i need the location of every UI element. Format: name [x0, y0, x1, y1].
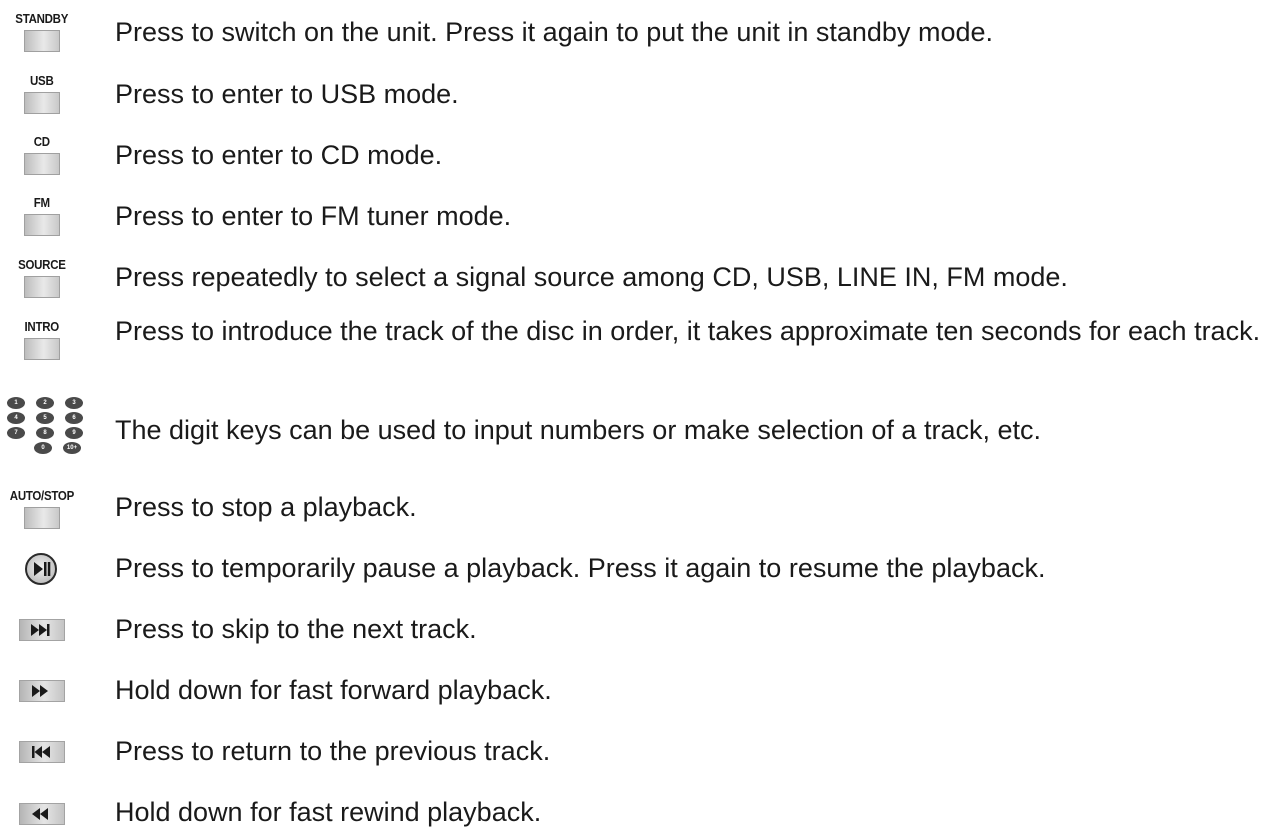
fm-button-group: FM — [0, 196, 84, 236]
digit-key[interactable]: 3 — [65, 397, 83, 409]
fast-forward-icon[interactable] — [19, 680, 65, 702]
fast-rewind-description: Hold down for fast rewind playback. — [115, 797, 542, 827]
standby-button[interactable] — [24, 30, 60, 52]
skip-next-icon[interactable] — [19, 619, 65, 641]
standby-button-group: STANDBY — [0, 12, 84, 52]
cd-button-group: CD — [0, 135, 84, 175]
cd-button[interactable] — [24, 153, 60, 175]
intro-button[interactable] — [24, 338, 60, 360]
cd-description: Press to enter to CD mode. — [115, 140, 443, 170]
digit-key[interactable]: 8 — [36, 427, 54, 439]
play-pause-description: Press to temporarily pause a playback. P… — [115, 553, 1046, 583]
play-pause-icon[interactable] — [24, 552, 58, 586]
usb-description: Press to enter to USB mode. — [115, 79, 459, 109]
fast-rewind-icon[interactable] — [19, 803, 65, 825]
fast-forward-description: Hold down for fast forward playback. — [115, 675, 552, 705]
digit-key[interactable]: 9 — [65, 427, 83, 439]
digit-key[interactable]: 2 — [36, 397, 54, 409]
auto-stop-button-group: AUTO/STOP — [0, 489, 84, 529]
fm-label: FM — [33, 196, 51, 210]
digit-keys-description: The digit keys can be used to input numb… — [115, 415, 1041, 445]
digit-keypad-icon: 1 2 3 4 5 6 7 8 9 0 10+ — [7, 397, 83, 457]
standby-description: Press to switch on the unit. Press it ag… — [115, 17, 993, 47]
source-button[interactable] — [24, 276, 60, 298]
auto-stop-button[interactable] — [24, 507, 60, 529]
usb-button[interactable] — [24, 92, 60, 114]
standby-label: STANDBY — [15, 12, 69, 26]
skip-previous-icon[interactable] — [19, 741, 65, 763]
usb-label: USB — [30, 74, 54, 88]
cd-label: CD — [33, 135, 51, 149]
source-button-group: SOURCE — [0, 258, 84, 298]
digit-key[interactable]: 6 — [65, 412, 83, 424]
fm-button[interactable] — [24, 214, 60, 236]
digit-key[interactable]: 1 — [7, 397, 25, 409]
skip-next-description: Press to skip to the next track. — [115, 614, 477, 644]
auto-stop-label: AUTO/STOP — [9, 489, 75, 503]
source-label: SOURCE — [18, 258, 66, 272]
digit-key[interactable]: 5 — [36, 412, 54, 424]
fm-description: Press to enter to FM tuner mode. — [115, 201, 512, 231]
digit-key[interactable]: 0 — [34, 442, 52, 454]
digit-key[interactable]: 10+ — [63, 442, 81, 454]
intro-label: INTRO — [24, 320, 60, 334]
intro-button-group: INTRO — [0, 320, 84, 360]
digit-key[interactable]: 4 — [7, 412, 25, 424]
source-description: Press repeatedly to select a signal sour… — [115, 262, 1068, 292]
usb-button-group: USB — [0, 74, 84, 114]
skip-previous-description: Press to return to the previous track. — [115, 736, 551, 766]
digit-key[interactable]: 7 — [7, 427, 25, 439]
intro-description: Press to introduce the track of the disc… — [115, 316, 1261, 346]
auto-stop-description: Press to stop a playback. — [115, 492, 417, 522]
